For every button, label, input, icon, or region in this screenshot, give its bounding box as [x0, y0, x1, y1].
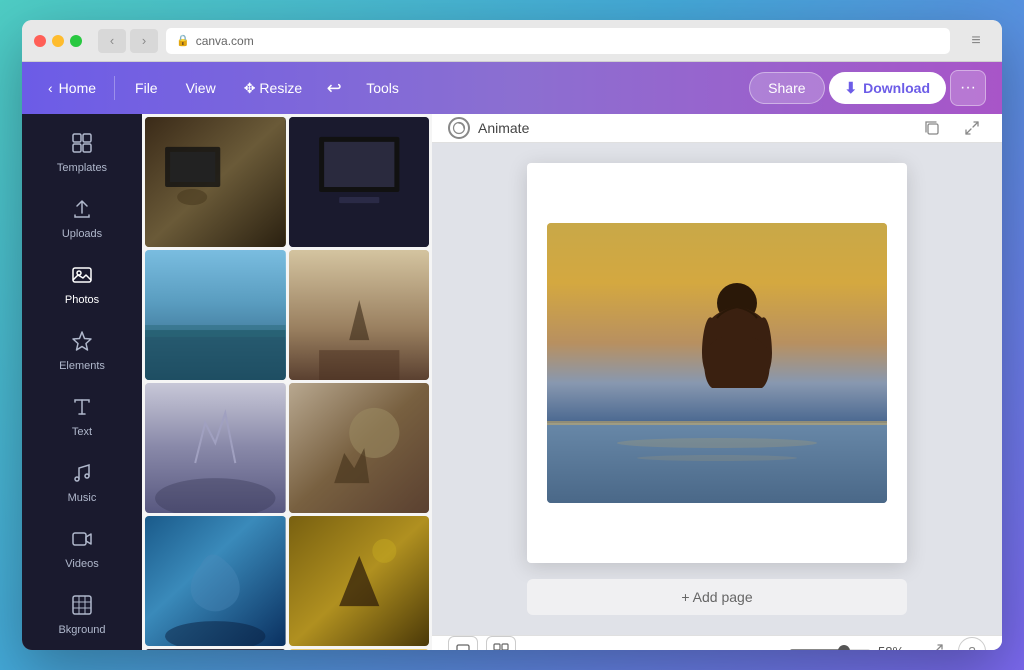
help-button[interactable]: ?: [958, 637, 986, 650]
photo-grid: [142, 114, 432, 650]
background-label: Bkground: [58, 624, 105, 636]
sidebar-item-uploads[interactable]: Uploads: [32, 188, 132, 250]
tools-menu[interactable]: Tools: [354, 74, 411, 102]
canvas-body: + Add page: [432, 143, 1002, 635]
elements-icon: [71, 330, 93, 356]
animate-label: Animate: [478, 120, 529, 136]
download-label: Download: [863, 80, 930, 96]
bottom-bar: 58% ?: [432, 635, 1002, 650]
music-label: Music: [68, 492, 97, 504]
view-menu[interactable]: View: [174, 74, 228, 102]
undo-button[interactable]: ↩: [318, 72, 350, 104]
sidebar-item-photos[interactable]: Photos: [32, 254, 132, 316]
toolbar-separator: [114, 76, 115, 100]
photo-panel: ‹: [142, 114, 432, 650]
zoom-slider[interactable]: [790, 649, 870, 650]
add-page-button[interactable]: + Add page: [527, 579, 907, 615]
text-label: Text: [72, 426, 92, 438]
templates-label: Templates: [57, 162, 107, 174]
sidebar-item-videos[interactable]: Videos: [32, 518, 132, 580]
share-button[interactable]: Share: [749, 72, 824, 104]
browser-chrome: ‹ › 🔒 canva.com ≡: [22, 20, 1002, 62]
animate-control[interactable]: Animate: [448, 117, 529, 139]
home-label: Home: [59, 80, 96, 96]
zoom-control[interactable]: [790, 649, 870, 650]
sidebar-item-templates[interactable]: Templates: [32, 122, 132, 184]
animate-icon: [448, 117, 470, 139]
browser-window: ‹ › 🔒 canva.com ≡ ‹ Home File View ✥ Res…: [22, 20, 1002, 650]
fullscreen-button[interactable]: [922, 637, 950, 650]
lock-icon: 🔒: [176, 34, 190, 47]
main-content: Templates Uploads: [22, 114, 1002, 650]
sidebar-item-elements[interactable]: Elements: [32, 320, 132, 382]
design-page[interactable]: [527, 163, 907, 563]
sidebar-item-background[interactable]: Bkground: [32, 584, 132, 646]
photos-label: Photos: [65, 294, 99, 306]
download-icon: ⬇: [845, 79, 858, 97]
resize-icon: ✥: [244, 80, 256, 97]
url-text: canva.com: [196, 34, 254, 48]
duplicate-icon[interactable]: [918, 114, 946, 142]
expand-icon[interactable]: [958, 114, 986, 142]
zoom-thumb[interactable]: [838, 645, 850, 650]
uploads-label: Uploads: [62, 228, 102, 240]
maximize-button[interactable]: [70, 35, 82, 47]
music-icon: [71, 462, 93, 488]
back-button[interactable]: ‹: [98, 29, 126, 53]
more-options-button[interactable]: ···: [950, 70, 986, 106]
toolbar: ‹ Home File View ✥ Resize ↩ Tools Share …: [22, 62, 1002, 114]
minimize-button[interactable]: [52, 35, 64, 47]
home-button[interactable]: ‹ Home: [38, 74, 106, 102]
grid-view-button[interactable]: [486, 636, 516, 650]
design-image: [547, 223, 887, 503]
photo-item[interactable]: [145, 383, 286, 513]
background-icon: [71, 594, 93, 620]
templates-icon: [71, 132, 93, 158]
photo-item[interactable]: [145, 516, 286, 646]
zoom-percent: 58%: [878, 644, 914, 651]
browser-menu-icon[interactable]: ≡: [962, 29, 990, 53]
canvas-area: Animate: [432, 114, 1002, 650]
page-view-button[interactable]: [448, 636, 478, 650]
photo-item[interactable]: [289, 516, 430, 646]
forward-button[interactable]: ›: [130, 29, 158, 53]
traffic-lights: [34, 35, 82, 47]
text-icon: [71, 396, 93, 422]
videos-icon: [71, 528, 93, 554]
sidebar-item-music[interactable]: Music: [32, 452, 132, 514]
sidebar-item-text[interactable]: Text: [32, 386, 132, 448]
photo-item[interactable]: [145, 117, 286, 247]
sidebar: Templates Uploads: [22, 114, 142, 650]
photo-item[interactable]: [145, 250, 286, 380]
videos-label: Videos: [65, 558, 98, 570]
resize-menu[interactable]: ✥ Resize: [232, 74, 315, 103]
photo-item[interactable]: [289, 117, 430, 247]
nav-buttons: ‹ ›: [98, 29, 158, 53]
address-bar[interactable]: 🔒 canva.com: [166, 28, 950, 54]
photos-icon: [71, 264, 93, 290]
photo-item[interactable]: [289, 250, 430, 380]
download-button[interactable]: ⬇ Download: [829, 72, 946, 104]
canvas-toolbar: Animate: [432, 114, 1002, 143]
photo-item[interactable]: [289, 383, 430, 513]
elements-label: Elements: [59, 360, 105, 372]
photo-item[interactable]: [145, 649, 286, 650]
close-button[interactable]: [34, 35, 46, 47]
photo-item[interactable]: [289, 649, 430, 650]
uploads-icon: [71, 198, 93, 224]
file-menu[interactable]: File: [123, 74, 170, 102]
chevron-left-icon: ‹: [48, 80, 53, 96]
